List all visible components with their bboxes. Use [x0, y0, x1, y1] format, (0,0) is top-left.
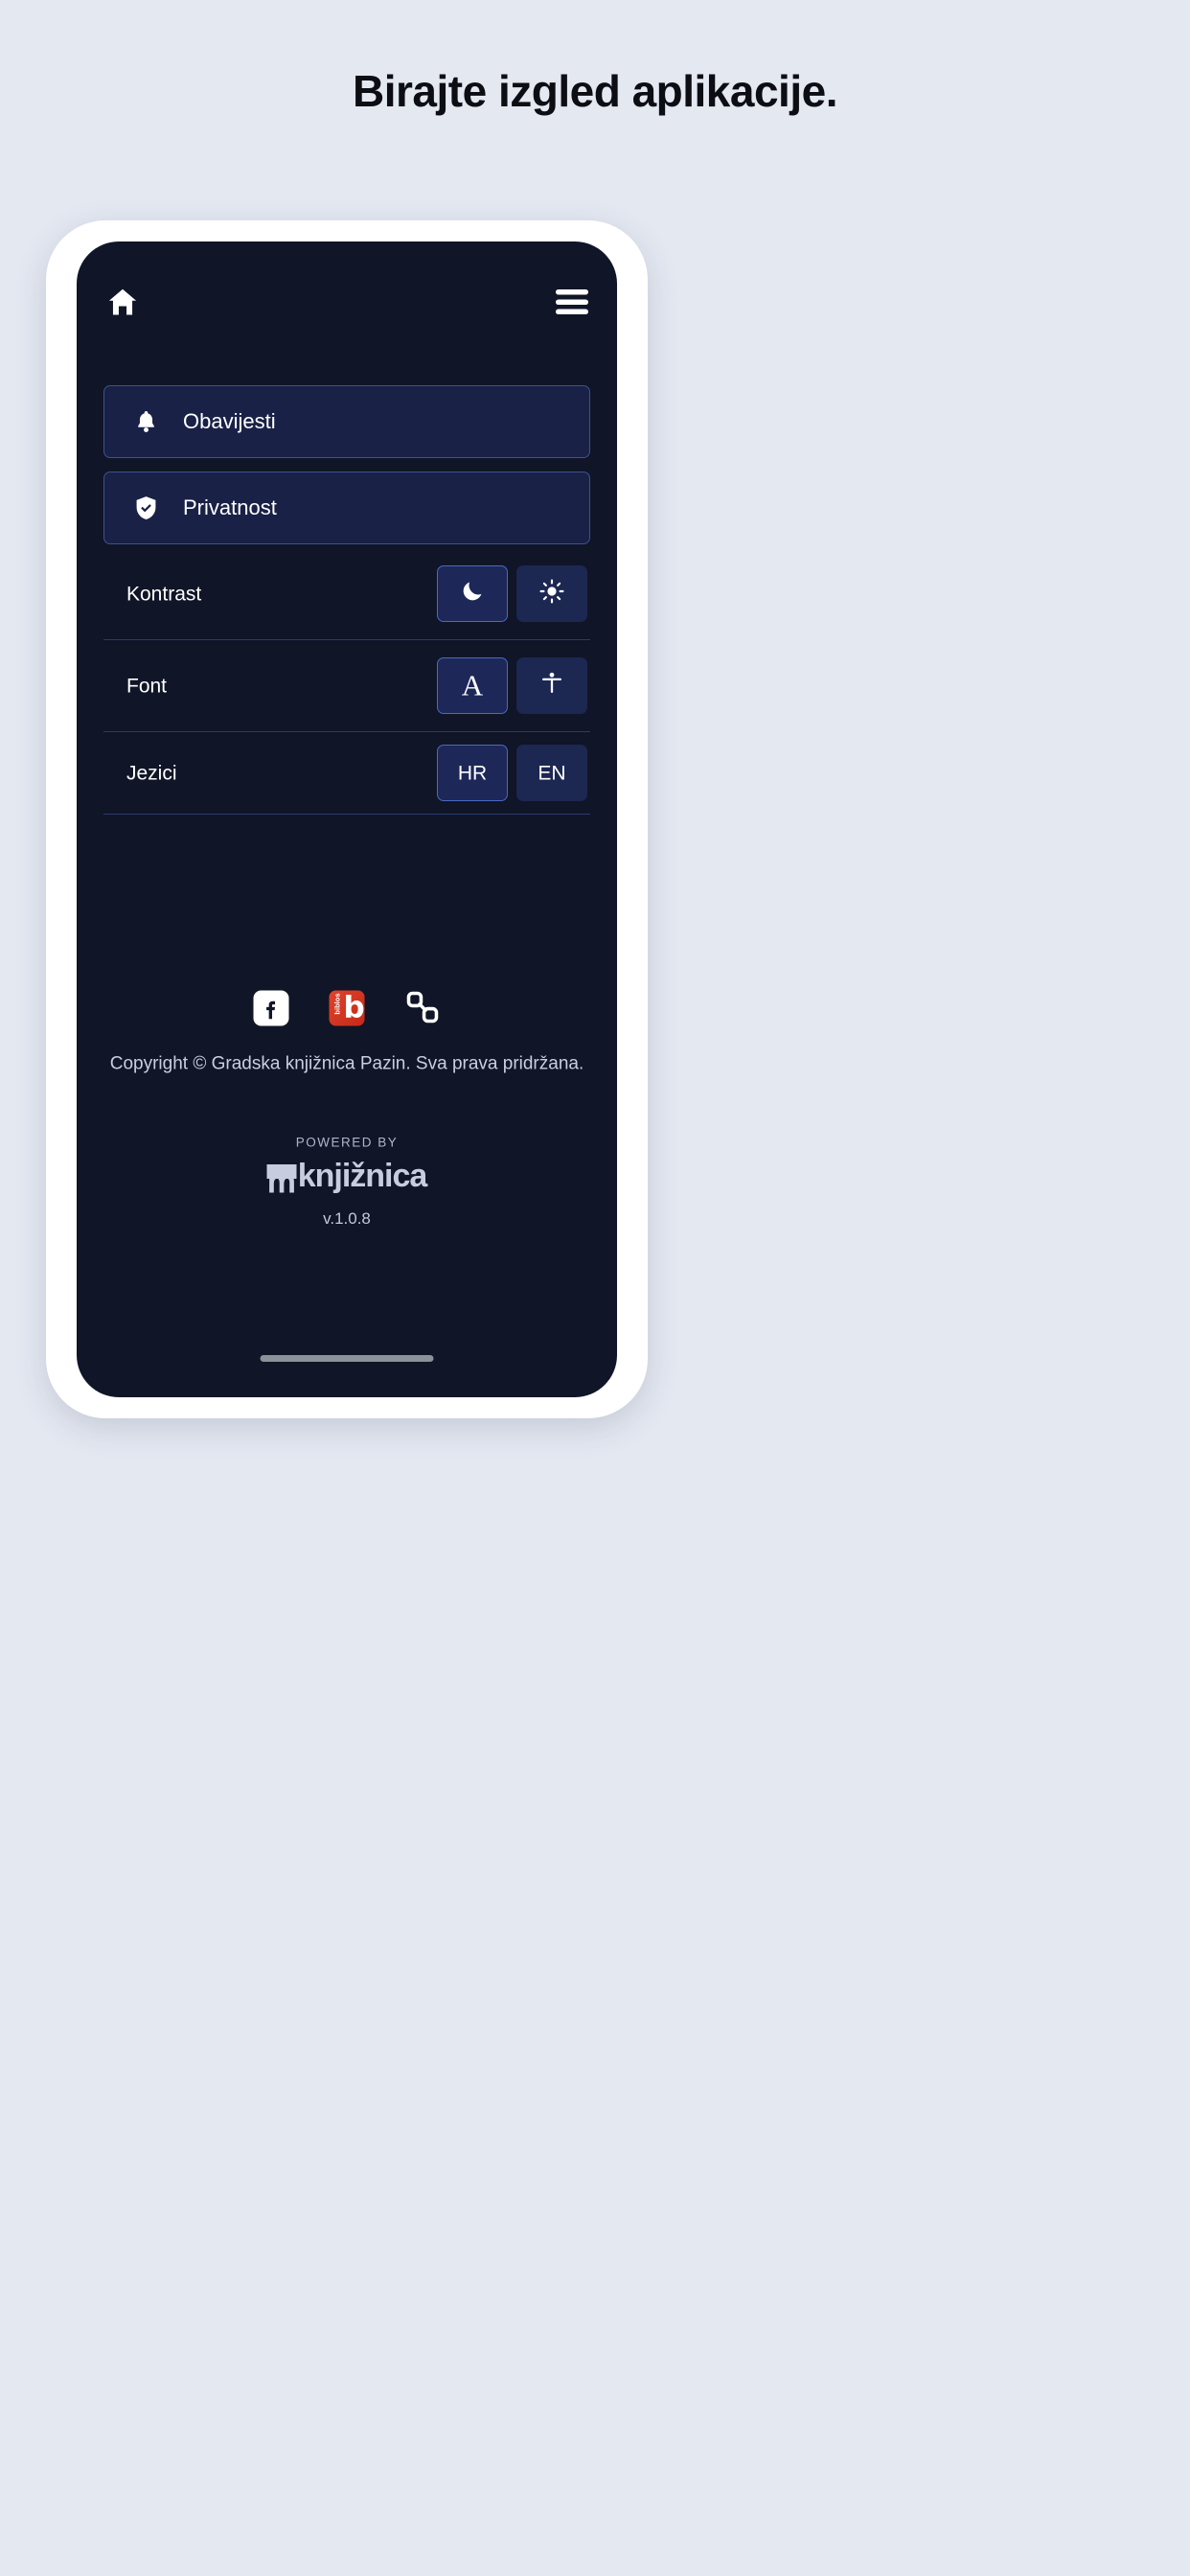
brand-mark: m knjižnica [266, 1157, 428, 1198]
phone-screen: Obavijesti Privatnost Kontrast Font A Je… [77, 242, 617, 1397]
app-version: v.1.0.8 [323, 1209, 371, 1228]
social-links: biblos b [77, 989, 617, 1027]
copyright-text: Copyright © Gradska knjižnica Pazin. Sva… [109, 1053, 584, 1073]
nav-card-list: Obavijesti Privatnost [103, 385, 590, 558]
shield-check-icon [131, 494, 161, 522]
setting-row-font: Font A [103, 640, 590, 731]
biblos-letter: b [343, 990, 365, 1024]
biblos-wordmark: biblos [333, 993, 342, 1015]
option-language-en-label: EN [538, 761, 566, 785]
hamburger-bar [556, 309, 588, 314]
bell-icon [131, 408, 161, 435]
settings-list: Kontrast Font A Jezici HR EN [103, 548, 590, 815]
biblos-icon: biblos b [329, 990, 365, 1026]
setting-options: A [437, 657, 590, 714]
hamburger-bar [556, 289, 588, 295]
app-bar [77, 273, 617, 331]
brand-name: knjižnica [297, 1157, 428, 1194]
hamburger-bar [556, 299, 588, 305]
letter-a-serif-icon: A [461, 669, 484, 702]
nav-card-label: Privatnost [183, 495, 277, 520]
hamburger-bars [556, 289, 588, 314]
accessibility-person-icon [540, 671, 564, 702]
settings-divider [103, 814, 590, 815]
powered-by-label: POWERED BY [295, 1135, 399, 1150]
option-font-serif[interactable]: A [437, 657, 508, 714]
link-chain-icon [405, 989, 441, 1027]
setting-label: Jezici [126, 761, 177, 785]
facebook-icon [253, 990, 289, 1026]
brand-m-glyph: m [266, 1164, 297, 1198]
option-language-hr[interactable]: HR [437, 745, 508, 801]
nav-card-label: Obavijesti [183, 409, 276, 434]
social-link-facebook[interactable] [252, 989, 290, 1027]
sun-icon [539, 579, 565, 610]
page-title: Birajte izgled aplikacije. [353, 66, 837, 116]
moon-icon [460, 579, 486, 610]
nav-card-obavijesti[interactable]: Obavijesti [103, 385, 590, 458]
setting-options: HR EN [437, 745, 590, 801]
setting-row-kontrast: Kontrast [103, 548, 590, 639]
brand-m-letter: m [266, 1163, 296, 1200]
social-link-website[interactable] [403, 989, 442, 1027]
setting-options [437, 565, 590, 622]
phone-frame: Obavijesti Privatnost Kontrast Font A Je… [46, 220, 648, 1418]
option-language-en[interactable]: EN [516, 745, 587, 801]
app-stage: Obavijesti Privatnost Kontrast Font A Je… [77, 242, 617, 1397]
hamburger-menu-icon[interactable] [556, 289, 588, 314]
nav-card-privatnost[interactable]: Privatnost [103, 472, 590, 544]
home-indicator[interactable] [260, 1355, 434, 1362]
setting-label: Font [126, 674, 168, 698]
social-link-biblos[interactable]: biblos b [328, 989, 366, 1027]
option-dark-mode[interactable] [437, 565, 508, 622]
home-icon[interactable] [105, 285, 140, 319]
option-font-accessible[interactable] [516, 657, 587, 714]
option-light-mode[interactable] [516, 565, 587, 622]
option-language-hr-label: HR [457, 761, 488, 785]
setting-label: Kontrast [126, 582, 202, 606]
setting-row-jezici: Jezici HR EN [103, 732, 590, 814]
brand-logo: m knjižnica [77, 1157, 617, 1198]
